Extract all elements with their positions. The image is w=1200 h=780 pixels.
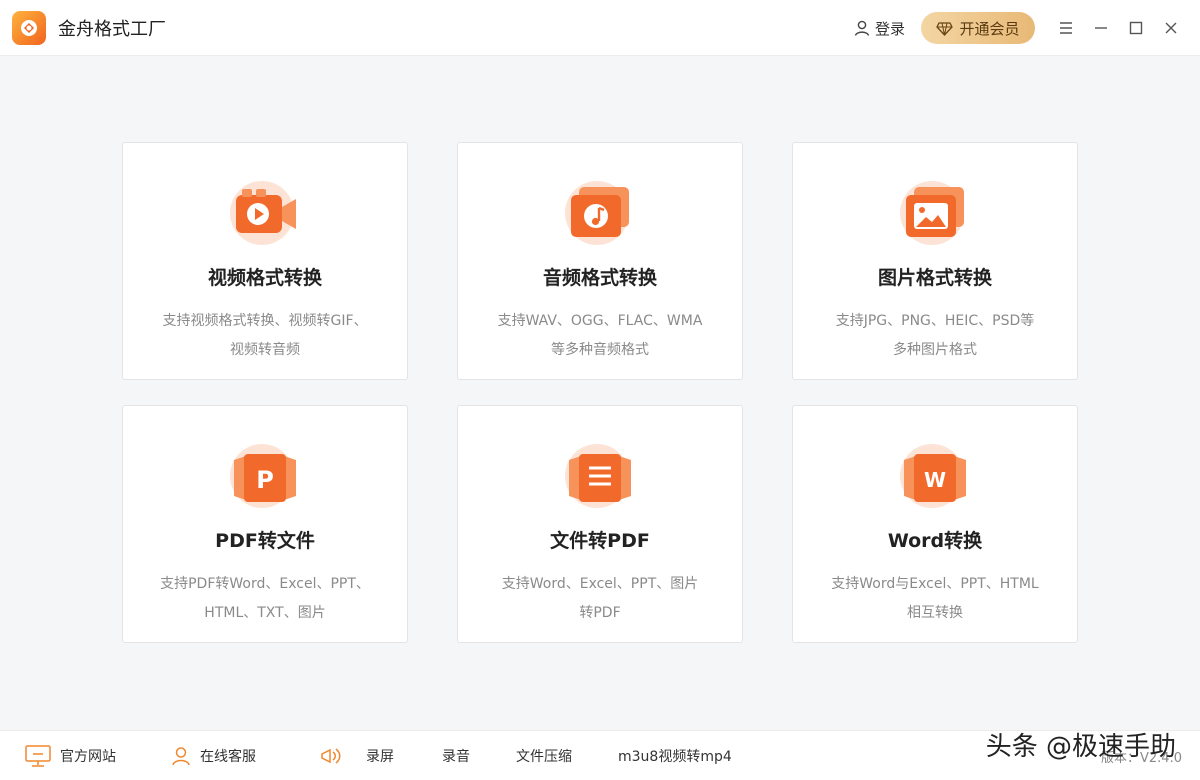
- menu-icon: [1060, 22, 1072, 34]
- card-title: 文件转PDF: [550, 530, 650, 552]
- card-audio-convert[interactable]: 音频格式转换 支持WAV、OGG、FLAC、WMA 等多种音频格式: [457, 142, 743, 380]
- card-title: PDF转文件: [215, 530, 315, 552]
- official-website-link[interactable]: 官方网站: [24, 744, 116, 768]
- record-screen-link[interactable]: 录屏: [318, 745, 394, 767]
- user-icon: [854, 20, 870, 36]
- online-support-link[interactable]: 在线客服: [170, 745, 256, 767]
- menu-button[interactable]: [1049, 11, 1083, 45]
- record-audio-link[interactable]: 录音: [442, 746, 470, 766]
- document-lines-icon: [565, 444, 631, 508]
- card-title: 音频格式转换: [542, 267, 657, 289]
- card-title: 图片格式转换: [877, 267, 992, 289]
- record-audio-label: 录音: [442, 748, 470, 765]
- file-compress-link[interactable]: 文件压缩: [516, 746, 572, 766]
- file-compress-label: 文件压缩: [516, 748, 572, 765]
- card-desc-line: 支持Word与Excel、PPT、HTML: [831, 576, 1039, 592]
- card-image-convert[interactable]: 图片格式转换 支持JPG、PNG、HEIC、PSD等 多种图片格式: [792, 142, 1078, 380]
- card-desc-line: HTML、TXT、图片: [204, 605, 326, 621]
- word-glyph: W: [924, 468, 946, 492]
- close-icon: [1165, 22, 1177, 34]
- card-desc-line: 支持视频格式转换、视频转GIF、: [162, 313, 368, 329]
- minimize-button[interactable]: [1084, 11, 1118, 45]
- card-desc-line: 转PDF: [579, 605, 621, 621]
- word-w-icon: W: [900, 444, 966, 508]
- card-desc-line: 视频转音频: [230, 342, 300, 358]
- card-desc-line: 支持JPG、PNG、HEIC、PSD等: [835, 313, 1035, 329]
- monitor-icon: [25, 744, 51, 767]
- minimize-icon: [1095, 27, 1107, 29]
- megaphone-icon: [321, 747, 341, 764]
- vip-button[interactable]: 开通会员: [921, 12, 1035, 44]
- card-title: 视频格式转换: [207, 267, 322, 289]
- app-logo-icon: [12, 10, 46, 45]
- diamond-icon: [936, 21, 954, 36]
- card-pdf-to-file[interactable]: P PDF转文件 支持PDF转Word、Excel、PPT、 HTML、TXT、…: [122, 405, 408, 643]
- title-bar: 金舟格式工厂 登录 开通会员: [0, 0, 1200, 56]
- pdf-p-icon: P: [230, 444, 296, 508]
- close-button[interactable]: [1154, 11, 1188, 45]
- music-note-icon: [565, 181, 629, 245]
- card-desc-line: 支持Word、Excel、PPT、图片: [501, 576, 699, 592]
- card-word-convert[interactable]: W Word转换 支持Word与Excel、PPT、HTML 相互转换: [792, 405, 1078, 643]
- bottom-bar: 官方网站 在线客服 录屏 录音 文件压缩 m3u8视频转mp4 版本：V2.4.…: [0, 730, 1200, 780]
- official-website-label: 官方网站: [60, 748, 116, 765]
- card-desc-line: 相互转换: [907, 605, 963, 621]
- card-desc-line: 多种图片格式: [893, 342, 977, 358]
- record-screen-label: 录屏: [366, 748, 394, 765]
- feature-grid: 视频格式转换 支持视频格式转换、视频转GIF、 视频转音频 音频格式转换 支持W…: [122, 142, 1078, 643]
- login-label: 登录: [874, 19, 905, 38]
- login-button[interactable]: 登录: [853, 18, 905, 39]
- card-file-to-pdf[interactable]: 文件转PDF 支持Word、Excel、PPT、图片 转PDF: [457, 405, 743, 643]
- card-desc-line: 支持PDF转Word、Excel、PPT、: [160, 576, 370, 592]
- card-description: 支持JPG、PNG、HEIC、PSD等 多种图片格式: [809, 307, 1061, 365]
- video-camera-icon: [230, 181, 296, 245]
- online-support-label: 在线客服: [200, 748, 256, 765]
- card-description: 支持PDF转Word、Excel、PPT、 HTML、TXT、图片: [139, 570, 391, 628]
- card-video-convert[interactable]: 视频格式转换 支持视频格式转换、视频转GIF、 视频转音频: [122, 142, 408, 380]
- card-desc-line: 支持WAV、OGG、FLAC、WMA: [497, 313, 703, 329]
- card-description: 支持WAV、OGG、FLAC、WMA 等多种音频格式: [474, 307, 726, 365]
- version-label: 版本：V2.4.0: [1101, 750, 1182, 766]
- maximize-button[interactable]: [1119, 11, 1153, 45]
- card-title: Word转换: [887, 530, 983, 552]
- card-description: 支持Word、Excel、PPT、图片 转PDF: [474, 570, 726, 628]
- card-description: 支持视频格式转换、视频转GIF、 视频转音频: [139, 307, 391, 365]
- card-description: 支持Word与Excel、PPT、HTML 相互转换: [809, 570, 1061, 628]
- m3u8-convert-link[interactable]: m3u8视频转mp4: [618, 746, 732, 766]
- user-support-icon: [172, 746, 190, 765]
- maximize-icon: [1129, 21, 1143, 35]
- app-title: 金舟格式工厂: [58, 18, 166, 40]
- card-desc-line: 等多种音频格式: [551, 342, 649, 358]
- pdf-glyph: P: [256, 466, 274, 494]
- m3u8-convert-label: m3u8视频转mp4: [618, 748, 732, 765]
- vip-label: 开通会员: [959, 19, 1020, 38]
- image-icon: [900, 181, 964, 245]
